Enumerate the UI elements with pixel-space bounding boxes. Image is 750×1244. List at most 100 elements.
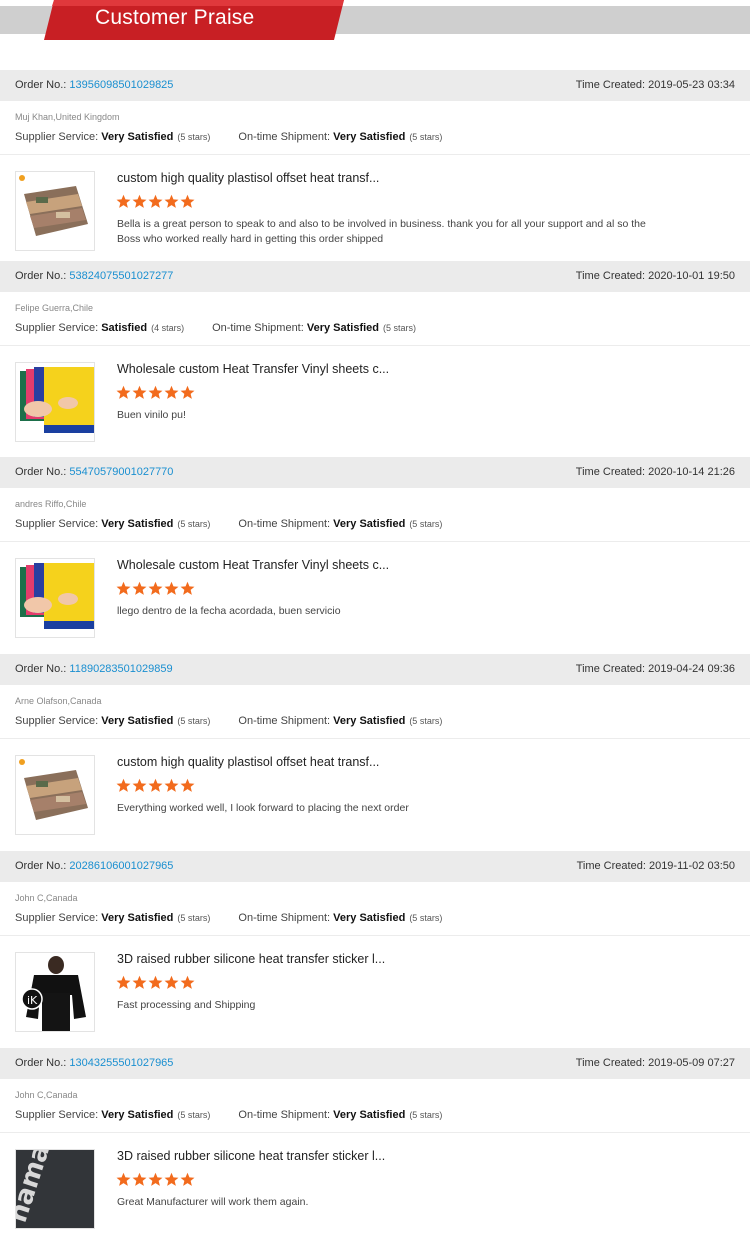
star-icon xyxy=(148,581,163,595)
rating-stars xyxy=(116,194,196,209)
supplier-service-stars: (5 stars) xyxy=(177,132,211,142)
time-created-label: Time Created: xyxy=(575,663,646,675)
review-text: Great Manufacturer will work them again. xyxy=(117,1196,309,1208)
product-title-link[interactable]: Wholesale custom Heat Transfer Vinyl she… xyxy=(117,362,389,376)
product-title-link[interactable]: custom high quality plastisol offset hea… xyxy=(117,755,379,769)
product-review: custom high quality plastisol offset hea… xyxy=(0,739,750,845)
star-icon xyxy=(180,778,195,792)
star-icon xyxy=(148,975,163,989)
star-icon xyxy=(116,778,131,792)
product-thumbnail[interactable] xyxy=(15,362,95,442)
order-number: Order No.: 53824075501027277 xyxy=(15,270,173,282)
order-card: Order No.: 53824075501027277 Time Created… xyxy=(0,261,750,452)
star-icon xyxy=(180,581,195,595)
supplier-service-value: Very Satisfied xyxy=(101,1109,174,1121)
review-text: Fast processing and Shipping xyxy=(117,999,256,1011)
order-header: Order No.: 55470579001027770 Time Created… xyxy=(0,457,750,488)
ontime-shipment-label: On-time Shipment: xyxy=(238,1109,331,1121)
star-icon xyxy=(164,975,179,989)
service-ratings: Supplier Service: Very Satisfied (5 stars… xyxy=(15,131,442,143)
ontime-shipment-value: Very Satisfied xyxy=(333,131,406,143)
review-text: Everything worked well, I look forward t… xyxy=(117,802,409,814)
star-icon xyxy=(116,975,131,989)
order-card: Order No.: 11890283501029859 Time Created… xyxy=(0,654,750,845)
product-title-link[interactable]: 3D raised rubber silicone heat transfer … xyxy=(117,1149,385,1163)
product-thumbnail[interactable] xyxy=(15,171,95,251)
order-number-link[interactable]: 13956098501029825 xyxy=(69,79,173,91)
product-thumbnail[interactable]: iK xyxy=(15,952,95,1032)
order-number: Order No.: 11890283501029859 xyxy=(15,663,173,675)
product-thumbnail[interactable] xyxy=(15,755,95,835)
buyer-name: John C,Canada xyxy=(15,893,78,903)
star-icon xyxy=(180,1172,195,1186)
order-card: Order No.: 13043255501027965 Time Created… xyxy=(0,1048,750,1239)
product-thumbnail[interactable] xyxy=(15,558,95,638)
order-card: Order No.: 13956098501029825 Time Created… xyxy=(0,70,750,261)
ontime-shipment-label: On-time Shipment: xyxy=(238,912,331,924)
order-number-link[interactable]: 53824075501027277 xyxy=(69,270,173,282)
star-icon xyxy=(132,1172,147,1186)
ontime-shipment-value: Very Satisfied xyxy=(333,715,406,727)
product-thumbnail[interactable]: hama xyxy=(15,1149,95,1229)
time-created: Time Created: 2019-11-02 03:50 xyxy=(577,860,735,872)
supplier-service-label: Supplier Service: xyxy=(15,518,99,530)
star-icon xyxy=(132,975,147,989)
buyer-name: Arne Olafson,Canada xyxy=(15,696,102,706)
product-review: custom high quality plastisol offset hea… xyxy=(0,155,750,261)
star-icon xyxy=(164,385,179,399)
buyer-name: John C,Canada xyxy=(15,1090,78,1100)
ontime-shipment-value: Very Satisfied xyxy=(333,1109,406,1121)
supplier-service-label: Supplier Service: xyxy=(15,1109,99,1121)
rating-stars xyxy=(116,385,196,400)
ontime-shipment-label: On-time Shipment: xyxy=(238,518,331,530)
order-no-label: Order No.: xyxy=(15,79,67,91)
rating-stars xyxy=(116,581,196,596)
service-ratings: Supplier Service: Very Satisfied (5 stars… xyxy=(15,1109,442,1121)
order-number-link[interactable]: 20286106001027965 xyxy=(69,860,173,872)
review-text: Bella is a great person to speak to and … xyxy=(117,218,646,245)
order-number: Order No.: 55470579001027770 xyxy=(15,466,173,478)
order-no-label: Order No.: xyxy=(15,663,67,675)
order-number-link[interactable]: 55470579001027770 xyxy=(69,466,173,478)
service-ratings: Supplier Service: Very Satisfied (5 stars… xyxy=(15,912,442,924)
star-icon xyxy=(148,778,163,792)
rating-stars xyxy=(116,778,196,793)
buyer-info: John C,Canada Supplier Service: Very Sati… xyxy=(0,1079,750,1133)
order-no-label: Order No.: xyxy=(15,1057,67,1069)
order-number-link[interactable]: 13043255501027965 xyxy=(69,1057,173,1069)
star-icon xyxy=(164,1172,179,1186)
order-number: Order No.: 20286106001027965 xyxy=(15,860,173,872)
time-created: Time Created: 2020-10-01 19:50 xyxy=(576,270,735,282)
product-title-link[interactable]: custom high quality plastisol offset hea… xyxy=(117,171,379,185)
ontime-shipment-stars: (5 stars) xyxy=(409,1110,443,1120)
supplier-service-value: Very Satisfied xyxy=(101,518,174,530)
ontime-shipment-stars: (5 stars) xyxy=(409,132,443,142)
buyer-name: Muj Khan,United Kingdom xyxy=(15,112,120,122)
time-created-label: Time Created: xyxy=(575,270,646,282)
order-no-label: Order No.: xyxy=(15,270,67,282)
time-created: Time Created: 2019-05-09 07:27 xyxy=(576,1057,735,1069)
supplier-service-value: Satisfied xyxy=(101,322,148,334)
product-title-link[interactable]: Wholesale custom Heat Transfer Vinyl she… xyxy=(117,558,389,572)
buyer-name: Felipe Guerra,Chile xyxy=(15,303,94,313)
order-number-link[interactable]: 11890283501029859 xyxy=(69,663,172,675)
header-banner: Customer Praise xyxy=(44,0,344,42)
order-card: Order No.: 55470579001027770 Time Created… xyxy=(0,457,750,648)
time-created-label: Time Created: xyxy=(575,466,646,478)
product-title-link[interactable]: 3D raised rubber silicone heat transfer … xyxy=(117,952,385,966)
time-created-label: Time Created: xyxy=(576,860,646,872)
star-icon xyxy=(132,581,147,595)
ontime-shipment-label: On-time Shipment: xyxy=(212,322,304,334)
time-created-value: 2019-11-02 03:50 xyxy=(648,860,735,872)
star-icon xyxy=(180,194,195,208)
order-no-label: Order No.: xyxy=(15,860,67,872)
time-created-value: 2019-05-23 03:34 xyxy=(648,79,735,91)
jacket-icon: iK xyxy=(16,953,94,1031)
supplier-service-stars: (5 stars) xyxy=(177,716,211,726)
supplier-service-label: Supplier Service: xyxy=(15,715,99,727)
star-icon xyxy=(148,194,163,208)
buyer-name: andres Riffo,Chile xyxy=(15,499,87,509)
page-title: Customer Praise xyxy=(95,6,255,29)
star-icon xyxy=(148,1172,163,1186)
star-icon xyxy=(132,385,147,399)
